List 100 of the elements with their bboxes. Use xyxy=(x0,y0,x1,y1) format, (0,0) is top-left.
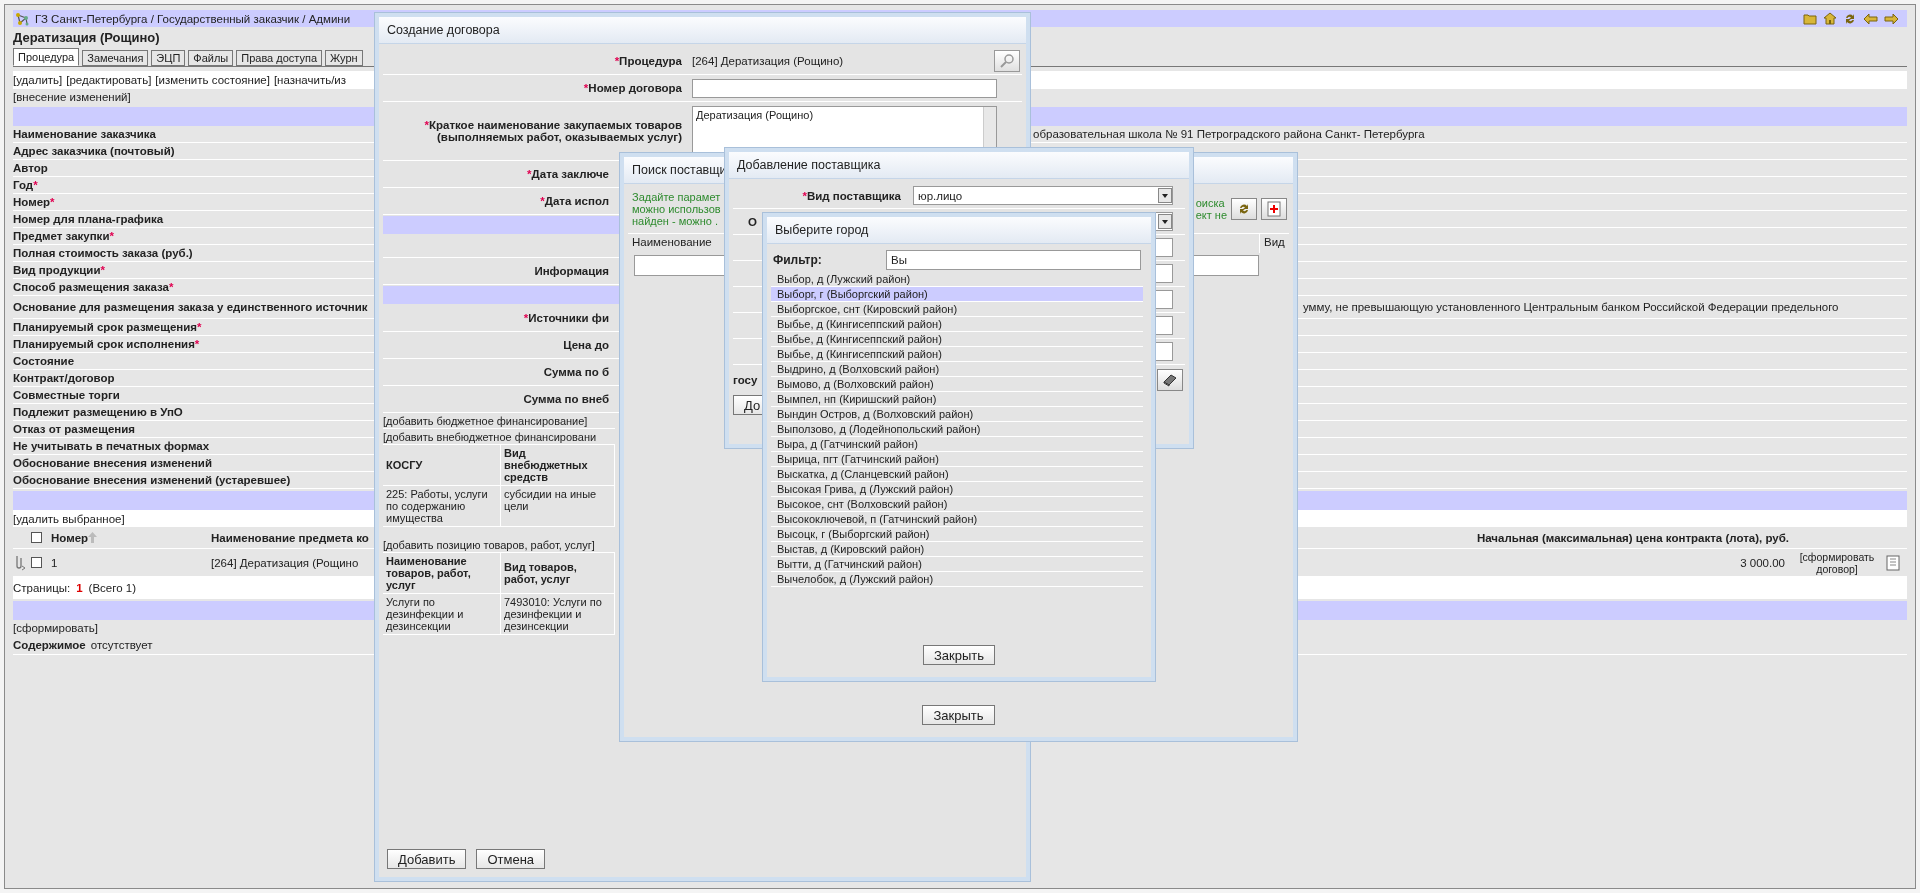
field-label: *Краткое наименование закупаемых товаров (выполняемых работ, оказываемых услуг) xyxy=(424,119,682,143)
field-label: Наименование заказчика xyxy=(13,128,157,140)
tab[interactable]: Замечания xyxy=(82,50,149,66)
field-label: *Вид поставщика xyxy=(802,189,901,202)
dialog-button[interactable]: Добавить xyxy=(387,849,467,869)
select-field[interactable]: юр.лицо xyxy=(913,186,1173,205)
action-link[interactable]: [сформировать договор] xyxy=(1789,550,1885,575)
field-label: Планируемый срок исполнения* xyxy=(13,338,201,350)
search-icon xyxy=(999,53,1015,69)
checkbox[interactable] xyxy=(31,557,42,568)
action-link[interactable]: [удалить] xyxy=(13,74,63,86)
page-title: Дератизация (Рощино) xyxy=(13,30,160,45)
city-item[interactable]: Вычелобок, д (Лужский район) xyxy=(771,572,1143,587)
field-label: Состояние xyxy=(13,355,76,367)
city-item[interactable]: Вымово, д (Волховский район) xyxy=(771,377,1143,392)
action-link[interactable]: [сформировать] xyxy=(13,622,98,634)
tab[interactable]: Права доступа xyxy=(236,50,323,66)
city-item[interactable]: Выбье, д (Кингисеппский район) xyxy=(771,317,1143,332)
field-label: *Дата заключе xyxy=(527,168,609,180)
document-icon[interactable] xyxy=(1885,554,1901,571)
add-button[interactable] xyxy=(1261,198,1287,220)
hint-text: найден - можно . xyxy=(632,215,718,227)
action-link[interactable]: [добавить бюджетное финансирование] xyxy=(383,414,588,427)
city-item[interactable]: Выскатка, д (Сланцевский район) xyxy=(771,467,1143,482)
hint-text: можно использов xyxy=(632,203,721,215)
tab[interactable]: Журн xyxy=(325,50,363,66)
breadcrumb: ГЗ Санкт-Петербурга / Государственный заказчик / Админи xyxy=(35,12,351,25)
plus-icon xyxy=(1267,201,1281,217)
filter-label: Фильтр: xyxy=(772,253,823,267)
field-label: Планируемый срок размещения* xyxy=(13,321,203,333)
field-label: Отказ от размещения xyxy=(13,423,137,435)
field-value: образовательная школа № 91 Петроградского района Санкт- Петербурга xyxy=(1033,128,1426,140)
table-cell: [264] Дератизация (Рощино xyxy=(211,556,359,569)
tab[interactable]: Процедура xyxy=(13,48,80,66)
field-label: *Источники фи xyxy=(523,312,609,324)
action-link[interactable]: [удалить выбранное] xyxy=(13,512,125,525)
field-label: Обоснование внесения изменений (устаревшее) xyxy=(13,474,292,486)
field-label: Год* xyxy=(13,179,39,191)
field-label: Сумма по б xyxy=(543,366,609,378)
city-item[interactable]: Выстав, д (Кировский район) xyxy=(771,542,1143,557)
field-label: *Дата испол xyxy=(540,195,609,207)
action-link[interactable]: [добавить позицию товаров, работ, услуг] xyxy=(383,538,595,551)
column-header: Вид внебюджетных средств xyxy=(501,445,615,486)
field-label: Содержимое xyxy=(13,639,86,651)
page-number[interactable]: 1 xyxy=(76,582,83,594)
field-label: Номер для плана-графика xyxy=(13,213,165,225)
column-header: Вид товаров, работ, услуг xyxy=(501,553,615,594)
table-cell: субсидии на иные цели xyxy=(501,486,615,526)
action-link[interactable]: [изменить состояние] xyxy=(155,74,270,86)
search-button[interactable] xyxy=(994,50,1020,72)
right-arrow-icon[interactable] xyxy=(1884,12,1899,25)
city-item[interactable]: Выбье, д (Кингисеппский район) xyxy=(771,347,1143,362)
dialog-button[interactable]: Отмена xyxy=(476,849,546,869)
close-button[interactable]: Закрыть xyxy=(922,645,996,665)
table-cell: 1 xyxy=(51,556,58,569)
tab[interactable]: Файлы xyxy=(188,50,234,66)
city-item[interactable]: Вырица, пгт (Гатчинский район) xyxy=(771,452,1143,467)
column-header[interactable]: Номер xyxy=(51,531,89,544)
tab[interactable]: ЭЦП xyxy=(151,50,186,66)
field-label: О xyxy=(748,215,757,228)
field-label: Номер* xyxy=(13,196,56,208)
hint-text: оиска xyxy=(1195,197,1225,209)
field-label: Информация xyxy=(534,265,609,277)
left-arrow-icon[interactable] xyxy=(1863,12,1878,25)
city-item[interactable]: Высоцк, г (Выборгский район) xyxy=(771,527,1143,542)
filter-field[interactable]: Вы xyxy=(886,250,1141,270)
handle-icon[interactable] xyxy=(13,554,27,571)
field-label: Основание для размещения заказа у единственного источник xyxy=(13,301,369,313)
refresh-button[interactable] xyxy=(1231,198,1257,220)
city-item[interactable]: Выбье, д (Кингисеппский район) xyxy=(771,332,1143,347)
home-icon[interactable] xyxy=(1823,12,1837,25)
close-button[interactable]: Закрыть xyxy=(922,705,995,725)
refresh-icon xyxy=(1237,202,1251,216)
book-button[interactable] xyxy=(1157,369,1183,391)
city-item[interactable]: Высокоключевой, п (Гатчинский район) xyxy=(771,512,1143,527)
folder-icon[interactable] xyxy=(1803,12,1817,25)
action-link[interactable]: [внесение изменений] xyxy=(13,91,131,103)
action-link[interactable]: [добавить внебюджетное финансировани xyxy=(383,430,597,443)
field-label: Контракт/договор xyxy=(13,372,116,384)
city-item[interactable]: Выползово, д (Лодейнопольский район) xyxy=(771,422,1143,437)
field-label: Полная стоимость заказа (руб.) xyxy=(13,247,194,259)
input-field[interactable] xyxy=(692,78,997,98)
column-header: Начальная (максимальная) цена контракта (лота), руб. xyxy=(1476,531,1789,544)
action-link[interactable]: [редактировать] xyxy=(66,74,152,86)
city-item[interactable]: Вымпел, нп (Киришский район) xyxy=(771,392,1143,407)
city-item[interactable]: Выборг, г (Выборгский район) xyxy=(771,287,1143,302)
city-item[interactable]: Выдрино, д (Волховский район) xyxy=(771,362,1143,377)
city-item[interactable]: Высокая Грива, д (Лужский район) xyxy=(771,482,1143,497)
city-item[interactable]: Высокое, снт (Волховский район) xyxy=(771,497,1143,512)
checkbox[interactable] xyxy=(31,532,42,543)
city-item[interactable]: Выборгское, снт (Кировский район) xyxy=(771,302,1143,317)
book-icon xyxy=(1162,373,1178,387)
action-link[interactable]: [назначить/из xyxy=(273,74,347,86)
city-item[interactable]: Выра, д (Гатчинский район) xyxy=(771,437,1143,452)
city-item[interactable]: Вытти, д (Гатчинский район) xyxy=(771,557,1143,572)
city-item[interactable]: Вындин Остров, д (Волховский район) xyxy=(771,407,1143,422)
field-value: умму, не превышающую установленного Центральным банком Российской Федерации предельного xyxy=(1302,301,1840,313)
table-cell: 7493010: Услуги по дезинфекции и дезинсекции xyxy=(501,594,615,634)
field-label: *Номер договора xyxy=(583,82,682,94)
field-label: Предмет закупки* xyxy=(13,230,115,242)
